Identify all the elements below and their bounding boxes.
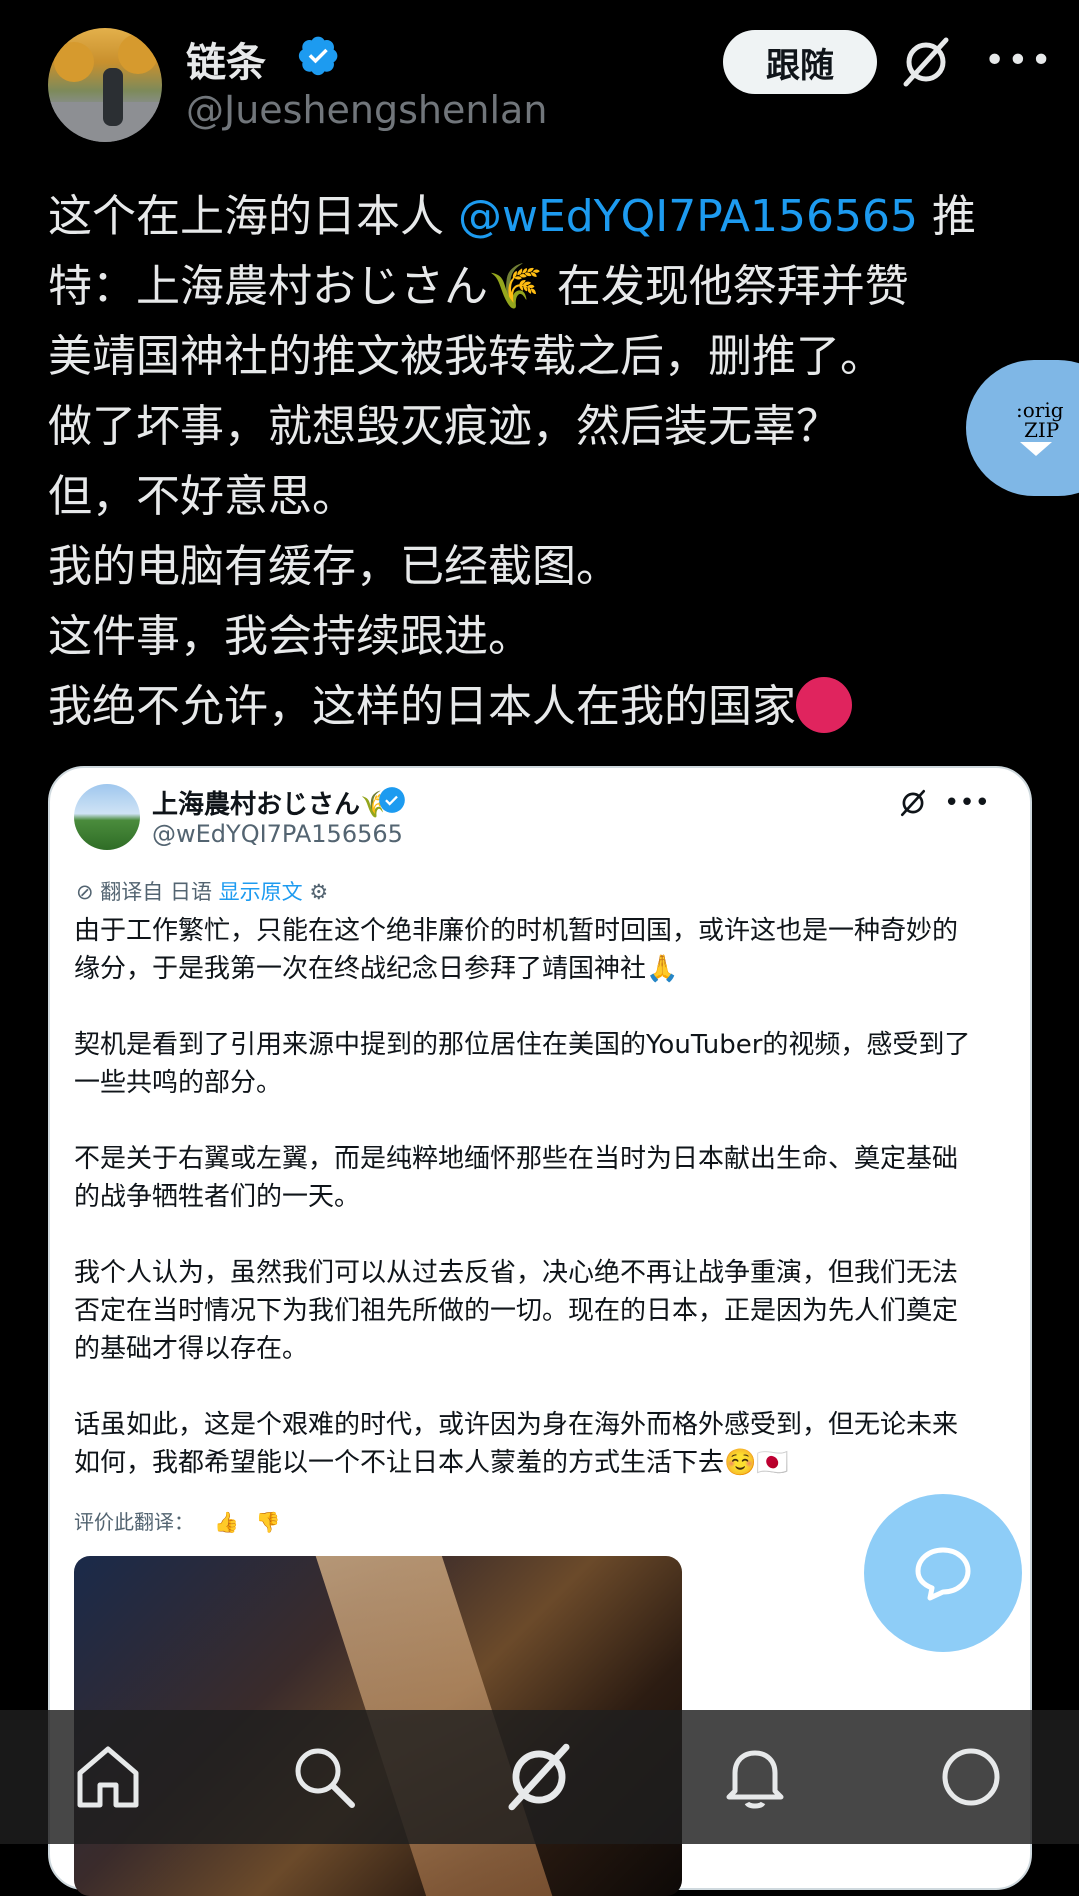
author-display-name[interactable]: 链条	[186, 30, 266, 88]
mention-link[interactable]: @wEdYQI7PA156565	[458, 191, 918, 242]
tweet-text: 这个在上海的日本人 @wEdYQI7PA156565 推 特：上海農村おじさん🌾…	[48, 182, 1048, 742]
quoted-paragraph: 话虽如此，这是个艰难的时代，或许因为身在海外而格外感受到，但无论未来如何，我都希…	[74, 1410, 959, 1478]
more-icon[interactable]: •••	[944, 788, 990, 818]
tweet-line: 我绝不允许，这样的日本人在我的国家	[48, 672, 1048, 742]
tweet-line: 特：上海農村おじさん🌾 在发现他祭拜并赞	[48, 261, 909, 312]
translate-icon: ⊘	[76, 880, 101, 904]
tweet-line: 做了坏事，就想毁灭痕迹，然后装无辜？	[48, 401, 840, 452]
tweet-line: 但，不好意思。	[48, 471, 356, 522]
tweet-line: 我的电脑有缓存，已经截图。	[48, 541, 620, 592]
download-arrow-icon	[1020, 442, 1052, 456]
show-original-link[interactable]: 显示原文	[219, 880, 303, 904]
thumbs-up-icon[interactable]: 👍	[214, 1510, 239, 1534]
home-icon[interactable]	[70, 1739, 146, 1815]
author-avatar[interactable]	[48, 28, 162, 142]
follow-button[interactable]: 跟随	[723, 30, 877, 94]
messages-icon[interactable]	[933, 1739, 1009, 1815]
grok-icon[interactable]	[898, 788, 928, 818]
quoted-paragraph: 契机是看到了引用来源中提到的那位居住在美国的YouTuber的视频，感受到了一些…	[74, 1030, 971, 1098]
verified-badge-icon	[298, 36, 338, 76]
grok-icon[interactable]	[898, 34, 954, 90]
verified-badge-icon	[379, 787, 405, 813]
quoted-author-handle[interactable]: @wEdYQI7PA156565	[152, 820, 403, 848]
zip-badge-line: ZIP	[1024, 418, 1060, 442]
grok-icon[interactable]	[501, 1739, 577, 1815]
thumbs-down-icon[interactable]: 👎	[256, 1510, 281, 1534]
settings-icon[interactable]: ⚙	[309, 880, 328, 904]
tweet-text-segment: 这个在上海的日本人	[48, 191, 458, 242]
author-handle[interactable]: @Jueshengshenlan	[186, 88, 547, 132]
tweet-text-segment: 我绝不允许，这样的日本人在我的国家	[48, 681, 796, 732]
quoted-author-name[interactable]: 上海農村おじさん🌾	[152, 784, 392, 821]
rate-translation-label: 评价此翻译：	[74, 1510, 194, 1534]
quoted-tweet-body: 由于工作繁忙，只能在这个绝非廉价的时机暂时回国，或许这也是一种奇妙的缘分，于是我…	[74, 912, 974, 1520]
notifications-icon[interactable]	[717, 1739, 793, 1815]
compose-button[interactable]	[864, 1494, 1022, 1652]
more-icon[interactable]: •••	[984, 40, 1054, 81]
translation-bar: ⊘ 翻译自 日语 显示原文 ⚙	[76, 876, 328, 906]
search-icon[interactable]	[286, 1739, 362, 1815]
bottom-nav	[0, 1710, 1079, 1844]
quoted-paragraph: 由于工作繁忙，只能在这个绝非廉价的时机暂时回国，或许这也是一种奇妙的缘分，于是我…	[74, 916, 959, 984]
zip-badge-label: :orig ZIP	[1016, 400, 1064, 461]
tweet-line: 这件事，我会持续跟进。	[48, 611, 532, 662]
zip-badge-line: :orig	[1016, 398, 1064, 422]
tweet-line: 美靖国神社的推文被我转载之后，删推了。	[48, 331, 884, 382]
angry-face-icon	[796, 677, 852, 733]
translated-from-label: 翻译自 日语	[100, 880, 212, 904]
tweet-line: 这个在上海的日本人 @wEdYQI7PA156565 推	[48, 182, 1048, 252]
tweet-text-segment: 推	[917, 191, 976, 242]
quoted-paragraph: 不是关于右翼或左翼，而是纯粹地缅怀那些在当时为日本献出生命、奠定基础的战争牺牲者…	[74, 1144, 959, 1212]
quoted-paragraph: 我个人认为，虽然我们可以从过去反省，决心绝不再让战争重演，但我们无法否定在当时情…	[74, 1258, 959, 1364]
compose-icon	[915, 1547, 971, 1601]
rate-translation: 评价此翻译： 👍 👎	[74, 1506, 281, 1535]
quoted-author-avatar[interactable]	[74, 784, 140, 850]
